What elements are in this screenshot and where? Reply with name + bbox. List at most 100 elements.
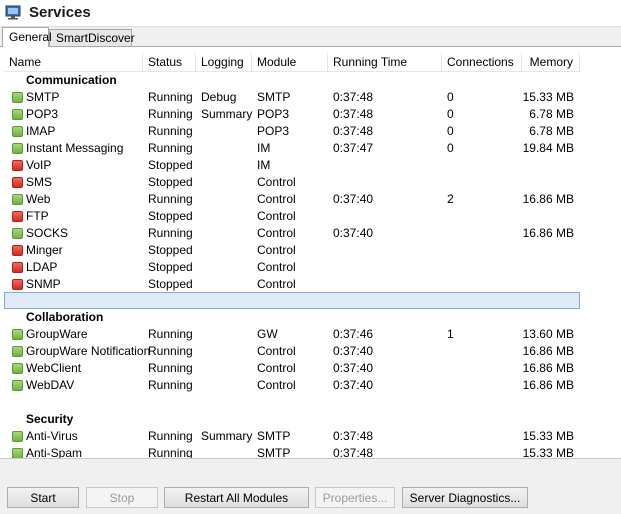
table-row[interactable]: Web Running Control 0:37:40 2 16.86 MB xyxy=(4,191,580,208)
services-monitor-icon xyxy=(5,5,21,20)
column-header-connections[interactable]: Connections xyxy=(442,53,522,71)
tab-smartdiscover[interactable]: SmartDiscover xyxy=(49,29,135,46)
service-name: SNMP xyxy=(26,277,61,291)
service-status: Stopped xyxy=(148,243,193,257)
service-memory: 16.86 MB xyxy=(522,192,574,206)
service-module: Control xyxy=(257,260,296,274)
red-status-icon xyxy=(12,177,23,188)
service-logging xyxy=(201,140,251,157)
service-memory: 16.86 MB xyxy=(522,378,574,392)
column-header-status[interactable]: Status xyxy=(143,53,196,71)
service-running-time: 0:37:48 xyxy=(333,90,374,104)
service-name: Anti-Virus xyxy=(26,429,78,443)
service-memory xyxy=(509,276,574,293)
green-status-icon xyxy=(12,346,23,357)
service-status: Running xyxy=(148,192,193,206)
service-module: GW xyxy=(257,327,278,341)
service-module: SMTP xyxy=(257,429,291,443)
service-status: Stopped xyxy=(148,277,193,291)
service-module: POP3 xyxy=(257,124,290,138)
service-logging: Summary xyxy=(201,429,253,443)
column-header-module[interactable]: Module xyxy=(252,53,328,71)
table-row[interactable]: WebDAV Running Control 0:37:40 16.86 MB xyxy=(4,377,580,394)
service-logging xyxy=(201,191,251,208)
service-status: Running xyxy=(148,90,193,104)
stop-button[interactable]: Stop xyxy=(86,487,158,508)
service-module: POP3 xyxy=(257,107,290,121)
table-row[interactable]: VoIP Stopped IM xyxy=(4,157,580,174)
service-running-time xyxy=(333,157,441,174)
service-logging xyxy=(201,225,251,242)
table-row[interactable]: Minger Stopped Control xyxy=(4,242,580,259)
table-row[interactable]: GroupWare Notification Running Control 0:37… xyxy=(4,343,580,360)
service-memory: 6.78 MB xyxy=(529,107,574,121)
service-running-time: 0:37:40 xyxy=(333,378,374,392)
table-row[interactable]: FTP Stopped Control xyxy=(4,208,580,225)
service-name: Minger xyxy=(26,243,63,257)
service-logging xyxy=(201,360,251,377)
service-status: Running xyxy=(148,361,193,375)
service-logging xyxy=(201,259,251,276)
table-row[interactable]: SOCKS Running Control 0:37:40 16.86 MB xyxy=(4,225,580,242)
service-module: Control xyxy=(257,226,296,240)
service-logging xyxy=(201,326,251,343)
tab-general[interactable]: General xyxy=(2,27,52,47)
service-memory: 13.60 MB xyxy=(522,327,574,341)
service-running-time: 0:37:40 xyxy=(333,344,374,358)
table-row[interactable]: GroupWare Running GW 0:37:46 1 13.60 MB xyxy=(4,326,580,343)
service-status: Stopped xyxy=(148,175,193,189)
service-memory: 19.84 MB xyxy=(522,141,574,155)
service-name: SOCKS xyxy=(26,226,69,240)
red-status-icon xyxy=(12,245,23,256)
service-module: Control xyxy=(257,175,296,189)
service-name: FTP xyxy=(26,209,49,223)
column-header-name[interactable]: Name xyxy=(4,53,143,71)
table-row[interactable]: IMAP Running POP3 0:37:48 0 6.78 MB xyxy=(4,123,580,140)
service-running-time: 0:37:47 xyxy=(333,141,374,155)
service-module: Control xyxy=(257,361,296,375)
table-row[interactable]: Anti-Virus Running Summary SMTP 0:37:48 15.33… xyxy=(4,428,580,445)
table-row[interactable]: POP3 Running Summary POP3 0:37:48 0 6.78 MB xyxy=(4,106,580,123)
service-name: POP3 xyxy=(26,107,59,121)
service-name: LDAP xyxy=(26,260,58,274)
service-status: Running xyxy=(148,124,193,138)
table-row[interactable]: SMS Stopped Control xyxy=(4,174,580,191)
column-header-running-time[interactable]: Running Time xyxy=(328,53,442,71)
service-module: IM xyxy=(257,141,271,155)
service-status: Running xyxy=(148,344,193,358)
service-name: WebDAV xyxy=(26,378,75,392)
service-module: Control xyxy=(257,209,296,223)
server-diagnostics-button[interactable]: Server Diagnostics... xyxy=(402,487,528,508)
table-row[interactable]: SNMP Stopped Control xyxy=(4,276,580,293)
restart-all-modules-button[interactable]: Restart All Modules xyxy=(164,487,309,508)
service-status: Running xyxy=(148,226,193,240)
service-status: Running xyxy=(148,378,193,392)
table-row[interactable]: LDAP Stopped Control xyxy=(4,259,580,276)
service-name: GroupWare Notification xyxy=(26,344,151,358)
service-module: IM xyxy=(257,158,271,172)
green-status-icon xyxy=(12,109,23,120)
green-status-icon xyxy=(12,228,23,239)
properties-button[interactable]: Properties... xyxy=(315,487,395,508)
service-logging xyxy=(201,174,251,191)
table-row[interactable]: WebClient Running Control 0:37:40 16.86 MB xyxy=(4,360,580,377)
green-status-icon xyxy=(12,329,23,340)
service-status: Running xyxy=(148,429,193,443)
service-running-time: 0:37:48 xyxy=(333,124,374,138)
service-status: Stopped xyxy=(148,260,193,274)
service-running-time: 0:37:40 xyxy=(333,361,374,375)
red-status-icon xyxy=(12,262,23,273)
service-memory: 15.33 MB xyxy=(522,90,574,104)
service-running-time xyxy=(333,259,441,276)
column-header-memory[interactable]: Memory xyxy=(522,53,580,71)
selected-row[interactable] xyxy=(4,292,580,309)
table-row[interactable]: SMTP Running Debug SMTP 0:37:48 0 15.33 MB xyxy=(4,89,580,106)
service-status: Stopped xyxy=(148,158,193,172)
start-button[interactable]: Start xyxy=(7,487,79,508)
column-header-logging[interactable]: Logging xyxy=(196,53,252,71)
service-running-time xyxy=(333,276,441,293)
service-memory: 6.78 MB xyxy=(529,124,574,138)
service-logging xyxy=(201,157,251,174)
service-module: Control xyxy=(257,344,296,358)
table-row[interactable]: Instant Messaging Running IM 0:37:47 0 19.84 … xyxy=(4,140,580,157)
